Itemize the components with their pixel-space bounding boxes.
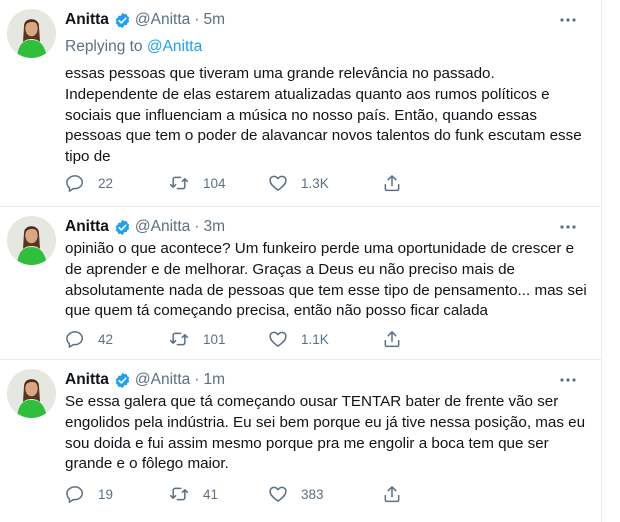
share-button[interactable] bbox=[382, 172, 402, 194]
reply-count: 22 bbox=[98, 175, 114, 191]
display-name[interactable]: Anitta bbox=[65, 371, 109, 389]
tweet-timestamp[interactable]: 5m bbox=[203, 11, 225, 29]
retweet-icon bbox=[169, 487, 189, 501]
tweet-timestamp[interactable]: 3m bbox=[203, 218, 225, 236]
reply-count: 42 bbox=[98, 331, 114, 347]
reply-button[interactable]: 42 bbox=[65, 328, 113, 350]
replying-to: Replying to @Anitta bbox=[65, 38, 202, 56]
user-handle[interactable]: @Anitta bbox=[135, 371, 190, 389]
retweet-count: 104 bbox=[203, 175, 226, 191]
retweet-icon bbox=[169, 176, 189, 190]
reply-icon bbox=[66, 175, 83, 192]
tweet-text: essas pessoas que tiveram uma grande rel… bbox=[65, 65, 582, 166]
more-options-icon[interactable] bbox=[557, 220, 579, 234]
like-button[interactable]: 1.3K bbox=[268, 172, 329, 194]
share-icon bbox=[384, 175, 400, 192]
share-icon bbox=[384, 486, 400, 503]
like-count: 383 bbox=[301, 486, 324, 502]
tweet-timestamp[interactable]: 1m bbox=[203, 371, 225, 389]
tweet-thread: Anitta @Anitta · 5m Replying to @Anitta … bbox=[0, 0, 602, 522]
heart-icon bbox=[269, 486, 287, 502]
retweet-button[interactable]: 104 bbox=[168, 172, 226, 194]
like-count: 1.1K bbox=[301, 331, 329, 347]
reply-icon bbox=[66, 331, 83, 348]
verified-badge-icon bbox=[114, 372, 131, 389]
user-handle[interactable]: @Anitta bbox=[135, 11, 190, 29]
heart-icon bbox=[269, 175, 287, 191]
tweet-text: opinião o que acontece? Um funkeiro perd… bbox=[65, 240, 587, 320]
retweet-button[interactable]: 101 bbox=[168, 328, 226, 350]
separator-dot: · bbox=[194, 218, 200, 235]
share-button[interactable] bbox=[382, 328, 402, 350]
more-options-icon[interactable] bbox=[557, 13, 579, 27]
verified-badge-icon bbox=[114, 219, 131, 236]
profile-photo bbox=[7, 216, 56, 265]
display-name[interactable]: Anitta bbox=[65, 11, 109, 29]
avatar[interactable] bbox=[7, 216, 56, 265]
tweet-header: Anitta @Anitta · 3m bbox=[65, 217, 225, 237]
heart-icon bbox=[269, 331, 287, 347]
tweet-3[interactable]: Anitta @Anitta · 1m Se essa galera que t… bbox=[0, 360, 601, 522]
tweet-header: Anitta @Anitta · 5m bbox=[65, 10, 225, 30]
avatar[interactable] bbox=[7, 9, 56, 58]
tweet-text: Se essa galera que tá começando ousar TE… bbox=[65, 393, 586, 473]
reply-button[interactable]: 22 bbox=[65, 172, 113, 194]
separator-dot: · bbox=[194, 371, 200, 388]
tweet-1[interactable]: Anitta @Anitta · 5m Replying to @Anitta … bbox=[0, 0, 601, 207]
reply-button[interactable]: 19 bbox=[65, 483, 113, 505]
like-button[interactable]: 1.1K bbox=[268, 328, 329, 350]
avatar[interactable] bbox=[7, 369, 56, 418]
tweet-actions: 19 41 383 bbox=[65, 483, 485, 505]
share-icon bbox=[384, 331, 400, 348]
like-button[interactable]: 383 bbox=[268, 483, 324, 505]
share-button[interactable] bbox=[382, 483, 402, 505]
tweet-header: Anitta @Anitta · 1m bbox=[65, 370, 225, 390]
profile-photo bbox=[7, 369, 56, 418]
verified-badge-icon bbox=[114, 12, 131, 29]
display-name[interactable]: Anitta bbox=[65, 218, 109, 236]
separator-dot: · bbox=[194, 11, 200, 28]
retweet-button[interactable]: 41 bbox=[168, 483, 218, 505]
replying-mention-link[interactable]: @Anitta bbox=[147, 38, 202, 55]
tweet-actions: 22 104 1.3K bbox=[65, 172, 485, 194]
tweet-2[interactable]: Anitta @Anitta · 3m opinião o que aconte… bbox=[0, 207, 601, 360]
reply-icon bbox=[66, 486, 83, 503]
replying-prefix: Replying to bbox=[65, 38, 147, 55]
like-count: 1.3K bbox=[301, 175, 329, 191]
tweet-actions: 42 101 1.1K bbox=[65, 328, 485, 350]
more-options-icon[interactable] bbox=[557, 373, 579, 387]
user-handle[interactable]: @Anitta bbox=[135, 218, 190, 236]
retweet-icon bbox=[169, 332, 189, 346]
retweet-count: 101 bbox=[203, 331, 226, 347]
reply-count: 19 bbox=[98, 486, 114, 502]
profile-photo bbox=[7, 9, 56, 58]
retweet-count: 41 bbox=[203, 486, 219, 502]
